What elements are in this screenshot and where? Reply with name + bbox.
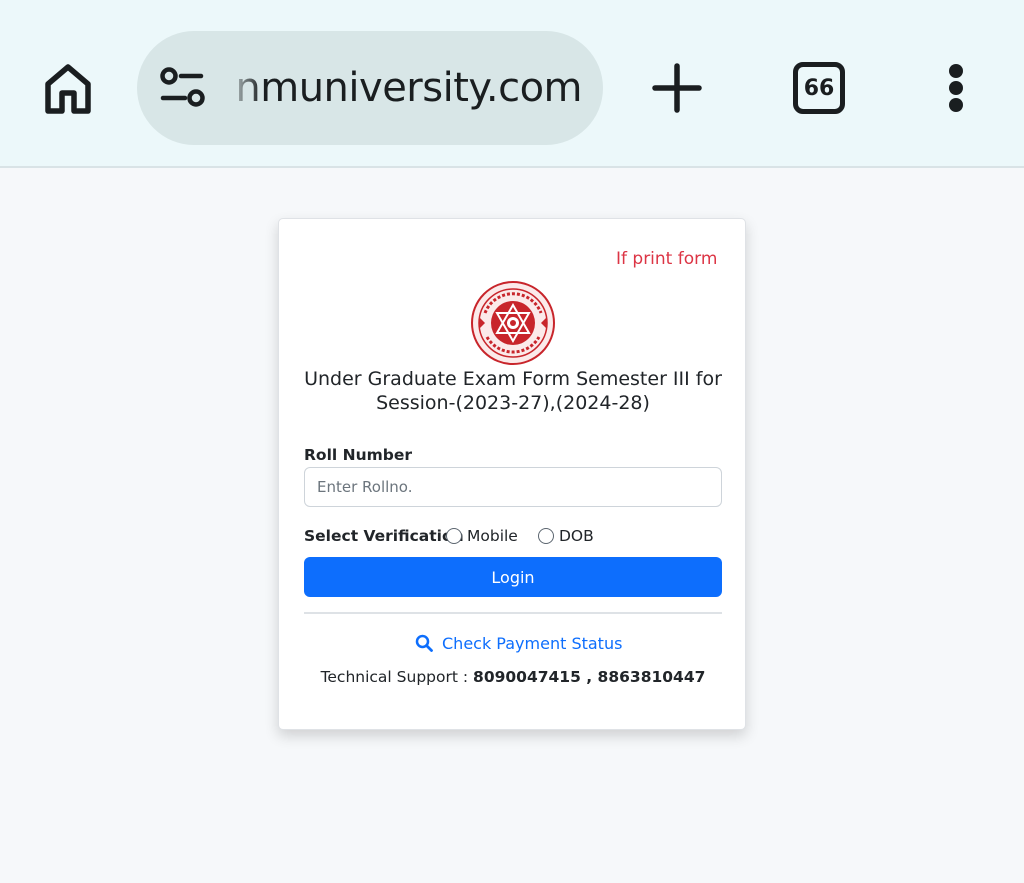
more-vertical-icon <box>949 64 963 78</box>
check-payment-status-link[interactable]: Check Payment Status <box>415 631 622 655</box>
mobile-radio[interactable] <box>446 528 462 544</box>
roll-number-input[interactable] <box>304 467 722 507</box>
marquee-text: If print form i <box>616 249 724 269</box>
notice-marquee: If print form i <box>279 247 724 271</box>
home-button[interactable] <box>38 58 98 118</box>
tab-switcher-button[interactable]: 66 <box>793 62 845 114</box>
roll-number-label: Roll Number <box>304 446 413 464</box>
divider <box>304 612 722 614</box>
exam-form-card: If print form i Under Graduate Exam Form… <box>278 218 746 730</box>
plus-icon <box>652 63 702 113</box>
mobile-radio-label: Mobile <box>467 527 518 545</box>
login-button[interactable]: Login <box>304 557 722 597</box>
url-fade <box>222 61 262 115</box>
new-tab-button[interactable] <box>647 58 707 118</box>
url-text: nmuniversity.com <box>235 65 582 111</box>
verification-dob-option[interactable]: DOB <box>538 524 594 548</box>
browser-menu-button[interactable] <box>932 58 980 118</box>
support-numbers: 8090047415 , 8863810447 <box>473 668 706 686</box>
site-settings-icon <box>160 67 205 107</box>
university-seal-logo <box>471 281 555 365</box>
site-settings-button[interactable] <box>159 67 207 111</box>
support-label: Technical Support : <box>320 668 469 686</box>
home-icon <box>45 64 91 114</box>
dob-radio-label: DOB <box>559 527 594 545</box>
browser-toolbar: nmuniversity.com 66 <box>0 0 1024 168</box>
verification-mobile-option[interactable]: Mobile <box>446 524 518 548</box>
search-icon <box>415 634 433 652</box>
dob-radio[interactable] <box>538 528 554 544</box>
form-title: Under Graduate Exam Form Semester III fo… <box>304 368 722 414</box>
check-payment-status-label: Check Payment Status <box>442 633 623 653</box>
tab-count: 66 <box>803 75 835 101</box>
technical-support: Technical Support : 8090047415 , 8863810… <box>279 666 745 688</box>
address-bar[interactable]: nmuniversity.com <box>137 31 603 145</box>
verification-label: Select Verification <box>304 527 464 545</box>
